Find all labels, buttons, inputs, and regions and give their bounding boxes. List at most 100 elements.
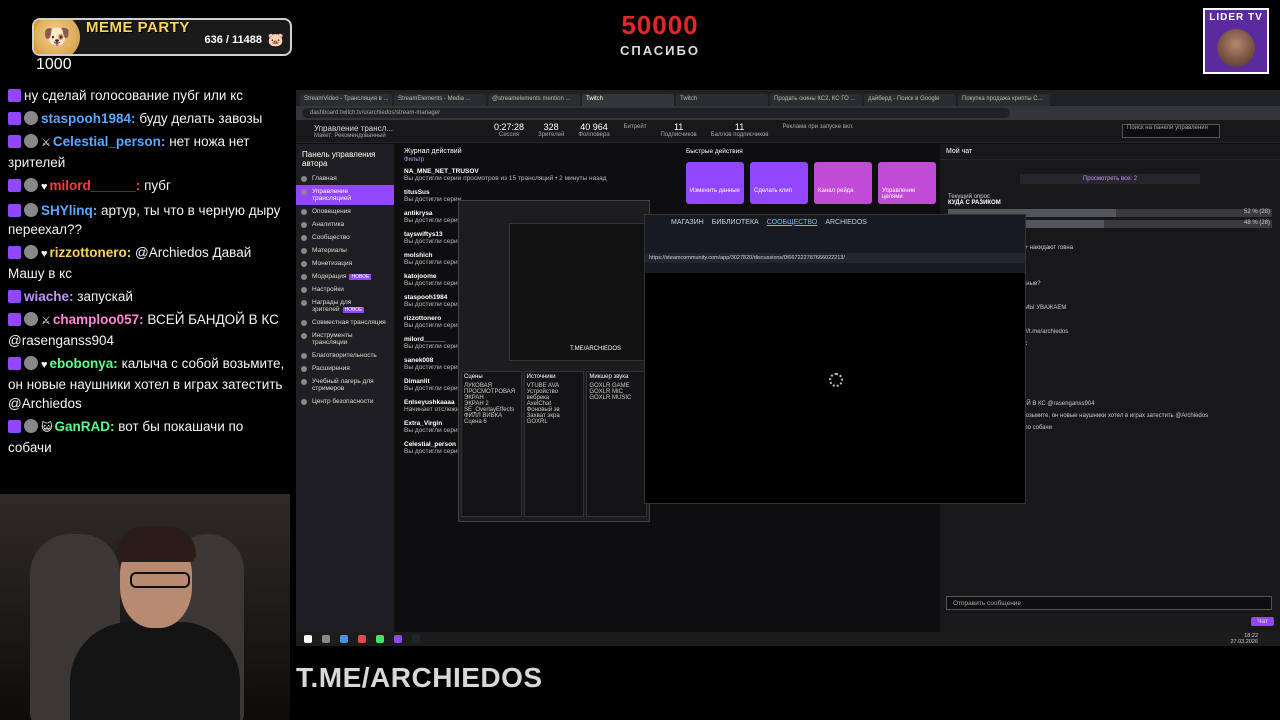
chat-username: milord______: (49, 178, 141, 193)
sidebar-item[interactable]: Настройки (296, 283, 394, 296)
chat-input[interactable]: Отправить сообщение (946, 596, 1272, 610)
stat-label: Фолловера (578, 132, 610, 138)
quick-action-button[interactable]: Управление целями (878, 162, 936, 204)
twitch-badge-icon (8, 135, 21, 148)
browser-tab[interactable]: дайберд - Поиск в Google (864, 94, 956, 106)
nav-icon (301, 353, 307, 359)
stat-value: 11 (734, 122, 745, 132)
sidebar-item-label: Аналитика (312, 221, 345, 228)
steam-nav-item[interactable]: СООБЩЕСТВО (767, 219, 818, 226)
sidebar-item[interactable]: Совместная трансляция (296, 316, 394, 329)
chat-message: wiache: запускай (0, 285, 296, 308)
chat-username: wiache: (24, 289, 74, 304)
windows-icon[interactable] (304, 635, 312, 643)
twitch-topbar: Управление трансл... Макет: Рекомендован… (296, 120, 1280, 143)
browser-tab[interactable]: Покупка продажа крипты С... (958, 94, 1050, 106)
feed-event-user[interactable]: NA_MNE_NET_TRUSOV (404, 168, 680, 175)
steam-icon[interactable] (412, 635, 420, 643)
twitch-badge-icon (8, 357, 21, 370)
sidebar-item[interactable]: Сообщество (296, 231, 394, 244)
stat-value: 0:27:28 (494, 122, 525, 132)
steam-nav: МАГАЗИН БИБЛИОТЕКА СООБЩЕСТВО ARCHIEDOS (645, 215, 1025, 229)
scene-item[interactable]: Сцена 6 (464, 419, 519, 425)
stream-stats: 0:27:28 Сессия 328 Зрителей 40 964 Фолловера Б… (494, 123, 868, 139)
sidebar-item[interactable]: Инструменты трансляции (296, 329, 394, 349)
sword-badge-icon: ⚔ (41, 137, 51, 149)
poll-option-percent: 48 % (28) (1243, 220, 1270, 226)
poll-option-percent: 52 % (28) (1243, 209, 1270, 215)
sources-panel: Источники VTUBE AVA Устройство вебрекa Axel… (523, 371, 585, 517)
chat-text: буду делать завозы (139, 111, 263, 126)
nav-icon (301, 399, 307, 405)
sidebar-item[interactable]: Модерация НОВОЕ (296, 270, 394, 283)
layout-label: Макет: Рекомендованный (314, 132, 386, 139)
app-icon[interactable] (340, 635, 348, 643)
source-list: VTUBE AVA Устройство вебрекa AxelChat Фоновы… (527, 383, 582, 425)
sidebar-item-label: Материалы (312, 247, 347, 254)
webcam-feed (0, 494, 290, 720)
activity-filter[interactable]: Фильтр (400, 157, 684, 165)
stat-item: Битрейт (624, 123, 647, 139)
user-avatar (24, 312, 38, 326)
new-badge: НОВОЕ (342, 307, 365, 313)
sidebar-item-label: Управление трансляцией (312, 188, 351, 202)
sidebar-item[interactable]: Монетизация (296, 257, 394, 270)
app-icon[interactable] (376, 635, 384, 643)
browser-tab[interactable]: StreamElements - Media ... (394, 94, 486, 106)
mixer-channel[interactable]: GOXLR MUSIC (589, 395, 644, 401)
browser-tab[interactable]: Продать скины КС2, КС ГО ... (770, 94, 862, 106)
dashboard-search[interactable]: Поиск на панели управления (1122, 124, 1220, 138)
app-icon[interactable] (394, 635, 402, 643)
channel-logo: LIDER TV (1203, 8, 1269, 74)
sidebar-item-label: Монетизация (312, 260, 353, 267)
sidebar-item[interactable]: Награды для зрителей НОВОЕ (296, 296, 394, 316)
chat-send-button[interactable]: Чат (1251, 617, 1274, 626)
steam-url[interactable]: https://steamcommunity.com/app/3027820/d… (645, 253, 1025, 263)
quick-action-button[interactable]: Канал рейда (814, 162, 872, 204)
sidebar-item[interactable]: Главная (296, 172, 394, 185)
search-icon[interactable] (322, 635, 330, 643)
sidebar-item[interactable]: Благотворительность (296, 349, 394, 362)
sidebar-item-label: Сообщество (312, 234, 350, 241)
sidebar-item[interactable]: Расширения (296, 362, 394, 375)
sidebar-item-label: Настройки (312, 286, 344, 293)
steam-window: МАГАЗИН БИБЛИОТЕКА СООБЩЕСТВО ARCHIEDOS htt… (644, 214, 1026, 504)
twitch-badge-icon (8, 290, 21, 303)
sidebar-item[interactable]: Оповещения (296, 205, 394, 218)
sidebar-item[interactable]: Управление трансляцией (296, 185, 394, 205)
clock-date: 27.03.2026 (1230, 639, 1258, 645)
stream-manager-heading: Управление трансл... (314, 123, 394, 133)
browser-tab[interactable]: Twitch (676, 94, 768, 106)
chat-message: ⚔ Celestial_person: нет ножа нет зрителей (0, 130, 296, 174)
steam-nav-item[interactable]: ARCHIEDOS (825, 219, 867, 226)
steam-nav-item[interactable]: МАГАЗИН (671, 219, 704, 226)
source-item[interactable]: GOXRL (527, 419, 582, 425)
stat-item: 40 964 Фолловера (578, 123, 609, 139)
chat-username: SHYlinq: (41, 203, 98, 218)
logo-avatar (1217, 29, 1255, 67)
quick-action-button[interactable]: Сделать клип (750, 162, 808, 204)
sidebar-item[interactable]: Центр безопасности (296, 395, 394, 408)
mixer-list: GOXLR GAME GOXLR MIC GOXLR MUSIC (589, 383, 644, 401)
view-all-banner[interactable]: Просмотреть все: 2 (1020, 174, 1200, 184)
goal-progress-text: 636 / 11488 (204, 34, 262, 46)
obs-preview: T.ME/ARCHIEDOS (509, 223, 647, 361)
scenes-panel: Сцены ЛУКОВАЯ ПРОСМОТРОВАЯ ЭКРАН ЭКРАН 2 SE_… (461, 371, 522, 517)
app-icon[interactable] (358, 635, 366, 643)
steam-nav-item[interactable]: БИБЛИОТЕКА (712, 219, 759, 226)
chat-username: staspooh1984: (41, 111, 136, 126)
sidebar-item[interactable]: Материалы (296, 244, 394, 257)
browser-tab[interactable]: StreamVideo - Трансляция в ... (300, 94, 392, 106)
feed-event-user[interactable]: titusSus (404, 189, 680, 196)
chat-text: ну сделай голосование пубг или кс (24, 88, 244, 103)
sidebar-item[interactable]: Аналитика (296, 218, 394, 231)
address-bar[interactable]: dashboard.twitch.tv/u/archiedos/stream-m… (302, 108, 1010, 118)
twitch-badge-icon (8, 89, 21, 102)
sidebar-item[interactable]: Учебный лагерь для стримеров (296, 375, 394, 395)
quick-action-button[interactable]: Изменить данные (686, 162, 744, 204)
stat-label: Сессия (498, 132, 520, 138)
mixer-panel: Микшер звука GOXLR GAME GOXLR MIC GOXLR MU… (586, 371, 648, 517)
browser-tab[interactable]: @streamelements mention ... (488, 94, 580, 106)
quick-actions-title: Быстрые действия (686, 148, 743, 155)
browser-tab[interactable]: Twitch (582, 94, 674, 106)
